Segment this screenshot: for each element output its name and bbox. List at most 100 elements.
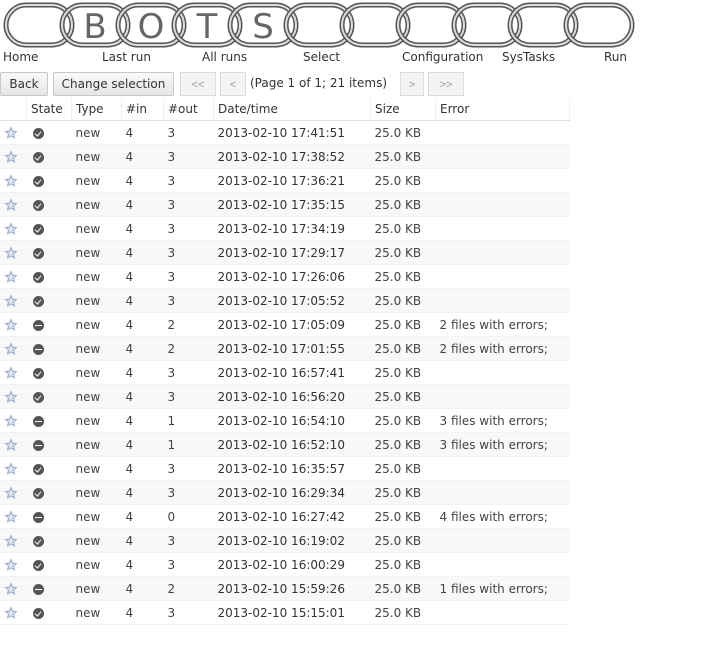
nav-last-run[interactable]: Last run: [102, 50, 151, 64]
state-icon[interactable]: [32, 127, 44, 139]
state-icon[interactable]: [32, 607, 44, 619]
table-row[interactable]: new 4 3 2013-02-10 17:34:19 25.0 KB: [0, 216, 570, 241]
datetime-cell[interactable]: 2013-02-10 16:56:20: [213, 384, 371, 409]
state-icon[interactable]: [32, 511, 44, 523]
star-cell[interactable]: [0, 336, 27, 361]
star-icon[interactable]: [4, 437, 18, 451]
star-cell[interactable]: [0, 600, 27, 625]
nav-run[interactable]: Run: [604, 50, 627, 64]
star-icon[interactable]: [4, 245, 18, 259]
star-cell[interactable]: [0, 408, 27, 433]
star-icon[interactable]: [4, 485, 18, 499]
state-icon[interactable]: [32, 199, 44, 211]
datetime-cell[interactable]: 2013-02-10 15:15:01: [213, 600, 371, 625]
datetime-link[interactable]: 2013-02-10 17:36:21: [218, 174, 345, 188]
change-selection-button[interactable]: Change selection: [53, 72, 174, 96]
star-icon[interactable]: [4, 149, 18, 163]
star-cell[interactable]: [0, 120, 27, 145]
header-state[interactable]: State: [26, 98, 72, 121]
star-cell[interactable]: [0, 552, 27, 577]
star-icon[interactable]: [4, 197, 18, 211]
datetime-link[interactable]: 2013-02-10 16:56:20: [218, 390, 345, 404]
star-icon[interactable]: [4, 533, 18, 547]
datetime-link[interactable]: 2013-02-10 17:05:52: [218, 294, 345, 308]
star-cell[interactable]: [0, 456, 27, 481]
star-icon[interactable]: [4, 173, 18, 187]
datetime-cell[interactable]: 2013-02-10 16:57:41: [213, 360, 371, 385]
star-icon[interactable]: [4, 365, 18, 379]
table-row[interactable]: new 4 2 2013-02-10 17:01:55 25.0 KB 2 files w…: [0, 336, 570, 361]
star-icon[interactable]: [4, 509, 18, 523]
datetime-link[interactable]: 2013-02-10 16:29:34: [218, 486, 345, 500]
datetime-cell[interactable]: 2013-02-10 17:41:51: [213, 120, 371, 145]
star-icon[interactable]: [4, 413, 18, 427]
star-icon[interactable]: [4, 341, 18, 355]
star-icon[interactable]: [4, 269, 18, 283]
datetime-link[interactable]: 2013-02-10 15:59:26: [218, 582, 345, 596]
table-row[interactable]: new 4 3 2013-02-10 16:19:02 25.0 KB: [0, 528, 570, 553]
star-cell[interactable]: [0, 288, 27, 313]
state-icon[interactable]: [32, 439, 44, 451]
table-row[interactable]: new 4 3 2013-02-10 16:56:20 25.0 KB: [0, 384, 570, 409]
datetime-cell[interactable]: 2013-02-10 16:29:34: [213, 480, 371, 505]
star-icon[interactable]: [4, 221, 18, 235]
header-error[interactable]: Error: [435, 98, 570, 121]
star-cell[interactable]: [0, 576, 27, 601]
table-row[interactable]: new 4 3 2013-02-10 15:15:01 25.0 KB: [0, 600, 570, 625]
datetime-cell[interactable]: 2013-02-10 17:01:55: [213, 336, 371, 361]
first-page-button[interactable]: <<: [180, 72, 216, 96]
star-cell[interactable]: [0, 432, 27, 457]
state-icon[interactable]: [32, 343, 44, 355]
datetime-link[interactable]: 2013-02-10 16:54:10: [218, 414, 345, 428]
state-icon[interactable]: [32, 535, 44, 547]
datetime-link[interactable]: 2013-02-10 16:35:57: [218, 462, 345, 476]
state-icon[interactable]: [32, 415, 44, 427]
star-icon[interactable]: [4, 461, 18, 475]
datetime-cell[interactable]: 2013-02-10 16:52:10: [213, 432, 371, 457]
star-cell[interactable]: [0, 480, 27, 505]
datetime-link[interactable]: 2013-02-10 16:27:42: [218, 510, 345, 524]
header-datetime[interactable]: Date/time: [213, 98, 371, 121]
datetime-cell[interactable]: 2013-02-10 17:34:19: [213, 216, 371, 241]
last-page-button[interactable]: >>: [428, 72, 464, 96]
next-page-button[interactable]: >: [400, 72, 424, 96]
datetime-cell[interactable]: 2013-02-10 16:19:02: [213, 528, 371, 553]
star-cell[interactable]: [0, 264, 27, 289]
datetime-cell[interactable]: 2013-02-10 17:36:21: [213, 168, 371, 193]
star-cell[interactable]: [0, 192, 27, 217]
table-row[interactable]: new 4 3 2013-02-10 16:35:57 25.0 KB: [0, 456, 570, 481]
star-cell[interactable]: [0, 504, 27, 529]
header-size[interactable]: Size: [370, 98, 436, 121]
table-row[interactable]: new 4 3 2013-02-10 17:29:17 25.0 KB: [0, 240, 570, 265]
datetime-link[interactable]: 2013-02-10 17:38:52: [218, 150, 345, 164]
star-cell[interactable]: [0, 144, 27, 169]
star-icon[interactable]: [4, 605, 18, 619]
datetime-link[interactable]: 2013-02-10 16:19:02: [218, 534, 345, 548]
state-icon[interactable]: [32, 583, 44, 595]
back-button[interactable]: Back: [0, 72, 48, 96]
table-row[interactable]: new 4 2 2013-02-10 17:05:09 25.0 KB 2 files w…: [0, 312, 570, 337]
table-row[interactable]: new 4 1 2013-02-10 16:52:10 25.0 KB 3 files w…: [0, 432, 570, 457]
datetime-cell[interactable]: 2013-02-10 17:29:17: [213, 240, 371, 265]
state-icon[interactable]: [32, 487, 44, 499]
table-row[interactable]: new 4 3 2013-02-10 16:57:41 25.0 KB: [0, 360, 570, 385]
datetime-link[interactable]: 2013-02-10 17:34:19: [218, 222, 345, 236]
datetime-link[interactable]: 2013-02-10 17:26:06: [218, 270, 345, 284]
state-icon[interactable]: [32, 151, 44, 163]
state-icon[interactable]: [32, 247, 44, 259]
star-cell[interactable]: [0, 528, 27, 553]
state-icon[interactable]: [32, 391, 44, 403]
table-row[interactable]: new 4 3 2013-02-10 17:05:52 25.0 KB: [0, 288, 570, 313]
datetime-cell[interactable]: 2013-02-10 17:38:52: [213, 144, 371, 169]
state-icon[interactable]: [32, 319, 44, 331]
table-row[interactable]: new 4 2 2013-02-10 15:59:26 25.0 KB 1 files w…: [0, 576, 570, 601]
table-row[interactable]: new 4 3 2013-02-10 17:26:06 25.0 KB: [0, 264, 570, 289]
nav-home[interactable]: Home: [3, 50, 38, 64]
nav-configuration[interactable]: Configuration: [402, 50, 483, 64]
table-row[interactable]: new 4 3 2013-02-10 17:41:51 25.0 KB: [0, 120, 570, 145]
table-row[interactable]: new 4 0 2013-02-10 16:27:42 25.0 KB 4 files w…: [0, 504, 570, 529]
star-icon[interactable]: [4, 389, 18, 403]
table-row[interactable]: new 4 3 2013-02-10 17:35:15 25.0 KB: [0, 192, 570, 217]
datetime-link[interactable]: 2013-02-10 17:01:55: [218, 342, 345, 356]
datetime-link[interactable]: 2013-02-10 16:00:29: [218, 558, 345, 572]
